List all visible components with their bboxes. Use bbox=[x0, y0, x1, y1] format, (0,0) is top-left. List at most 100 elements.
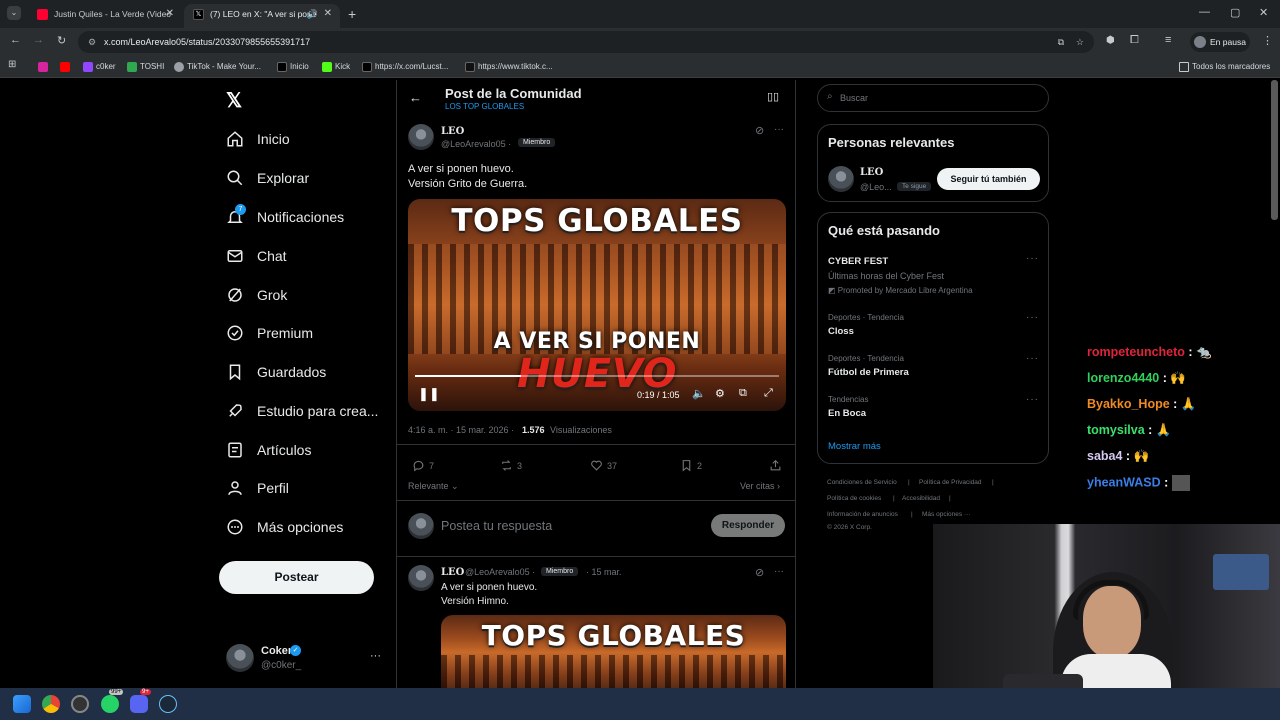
nav-estudio[interactable]: Estudio para crea... bbox=[226, 399, 378, 423]
bookmark-action[interactable]: 2 bbox=[680, 459, 702, 473]
settings-icon[interactable]: ⚙ bbox=[715, 387, 725, 400]
bookmark-youtube[interactable] bbox=[60, 56, 73, 78]
community-link[interactable]: LOS TOP GLOBALES bbox=[445, 102, 524, 111]
site-info-icon[interactable]: ⚙ bbox=[88, 31, 96, 53]
cast-icon[interactable]: ⧉ bbox=[1058, 31, 1064, 53]
bookmark-tiktok[interactable]: TikTok - Make Your... bbox=[174, 56, 261, 78]
reply-input[interactable]: Postea tu respuesta bbox=[441, 519, 552, 533]
close-tab-icon[interactable]: ✕ bbox=[166, 4, 174, 24]
back-arrow-icon[interactable]: ← bbox=[409, 90, 422, 105]
footer-link[interactable]: Política de Privacidad bbox=[919, 479, 982, 486]
star-icon[interactable]: ☆ bbox=[1076, 31, 1084, 53]
page-scrollbar[interactable] bbox=[1271, 80, 1278, 220]
fullscreen-icon[interactable]: ⤢ bbox=[764, 387, 773, 400]
footer-link[interactable]: Información de anuncios bbox=[827, 511, 898, 518]
discord-icon[interactable]: 9+ bbox=[130, 689, 151, 713]
footer-link[interactable]: Accesibilidad bbox=[902, 495, 940, 502]
menu-kebab-icon[interactable]: ⋮ bbox=[1262, 34, 1273, 47]
chrome-icon[interactable] bbox=[42, 695, 60, 713]
x-logo-icon[interactable]: 𝕏 bbox=[226, 88, 242, 113]
author-name[interactable]: LEO bbox=[441, 126, 464, 137]
nav-explorar[interactable]: Explorar bbox=[226, 166, 309, 190]
person-name[interactable]: LEO bbox=[860, 167, 883, 178]
reader-icon[interactable]: ▯▯ bbox=[767, 90, 779, 103]
address-bar[interactable]: ⚙ x.com/LeoArevalo05/status/203307985565… bbox=[78, 31, 1094, 53]
minimize-button[interactable]: — bbox=[1199, 6, 1210, 18]
nav-premium[interactable]: Premium bbox=[226, 321, 313, 345]
pip-icon[interactable]: ⧉ bbox=[739, 387, 747, 400]
repost-action[interactable]: 3 bbox=[500, 459, 522, 473]
forward-arrow-icon[interactable]: → bbox=[33, 34, 44, 46]
nav-inicio[interactable]: Inicio bbox=[226, 127, 290, 151]
tab-youtube[interactable]: Justin Quiles - La Verde (Video ✕ bbox=[28, 4, 182, 28]
all-bookmarks[interactable]: Todos los marcadores bbox=[1179, 56, 1270, 78]
back-arrow-icon[interactable]: ← bbox=[10, 34, 21, 46]
maximize-button[interactable]: ▢ bbox=[1230, 6, 1240, 19]
footer-link[interactable]: Política de cookies bbox=[827, 495, 881, 502]
show-more-link[interactable]: Mostrar más bbox=[828, 441, 881, 452]
post-button[interactable]: Postear bbox=[219, 561, 374, 594]
avatar[interactable] bbox=[408, 565, 434, 591]
account-switcher[interactable]: Coker ✓ @c0ker_ ··· bbox=[226, 644, 396, 674]
more-dots-icon[interactable]: ··· bbox=[1026, 394, 1039, 405]
media-control-icon[interactable]: ≡ bbox=[1165, 34, 1171, 46]
nav-grok[interactable]: Grok bbox=[226, 283, 287, 307]
more-dots-icon[interactable]: ··· bbox=[1026, 312, 1039, 323]
obs-icon[interactable] bbox=[71, 695, 89, 713]
speaker-icon[interactable]: 🔊 bbox=[307, 4, 318, 24]
search-input[interactable]: ⌕ Buscar bbox=[817, 84, 1049, 112]
more-dots-icon[interactable]: ··· bbox=[370, 650, 381, 662]
puzzle-icon[interactable]: ⧠ bbox=[1130, 34, 1139, 47]
trend-item[interactable]: CYBER FEST Últimas horas del Cyber Fest … bbox=[818, 249, 1048, 301]
post-timestamp[interactable]: 4:16 a. m. · 15 mar. 2026 · bbox=[408, 425, 514, 435]
more-dots-icon[interactable]: ··· bbox=[1026, 353, 1039, 364]
volume-icon[interactable]: 🔈 bbox=[692, 387, 706, 400]
bookmark-toshi[interactable]: TOSHI bbox=[127, 56, 164, 78]
video-thumbnail[interactable]: TOPS GLOBALES bbox=[441, 615, 786, 690]
sort-dropdown[interactable]: Relevante ⌄ bbox=[408, 481, 459, 492]
grok-icon[interactable]: ⊘ bbox=[755, 566, 764, 579]
close-tab-icon[interactable]: ✕ bbox=[324, 4, 332, 24]
reload-icon[interactable]: ↻ bbox=[57, 34, 66, 47]
more-dots-icon[interactable]: ··· bbox=[1026, 253, 1039, 264]
nav-chat[interactable]: Chat bbox=[226, 244, 287, 268]
new-tab-button[interactable]: + bbox=[348, 6, 356, 22]
bookmark-kick[interactable]: Kick bbox=[322, 56, 350, 78]
windows-start-icon[interactable] bbox=[13, 695, 31, 713]
nav-guardados[interactable]: Guardados bbox=[226, 360, 326, 384]
whatsapp-icon[interactable]: 99+ bbox=[101, 689, 124, 713]
bookmark-instagram[interactable] bbox=[38, 56, 51, 78]
trend-item[interactable]: Deportes · Tendencia Closs ··· bbox=[818, 309, 1048, 345]
close-window-button[interactable]: ✕ bbox=[1259, 6, 1268, 19]
tab-x-post[interactable]: 𝕏 (7) LEO en X: "A ver si pone 🔊 ✕ bbox=[184, 4, 340, 28]
extension-icon[interactable]: ⬢ bbox=[1106, 35, 1115, 46]
bookmark-c0ker[interactable]: c0ker bbox=[83, 56, 116, 78]
video-player[interactable]: TOPS GLOBALES A VER SI PONEN HUEVO ❚❚ 0:… bbox=[408, 199, 786, 411]
like-action[interactable]: 37 bbox=[590, 459, 617, 473]
reply-button[interactable]: Responder bbox=[711, 514, 785, 537]
profile-chip[interactable]: En pausa bbox=[1190, 32, 1250, 52]
follow-back-button[interactable]: Seguir tú también bbox=[937, 168, 1040, 190]
post-date[interactable]: · 15 mar. bbox=[586, 567, 622, 577]
trend-item[interactable]: Deportes · Tendencia Fútbol de Primera ·… bbox=[818, 350, 1048, 386]
steam-icon[interactable] bbox=[159, 695, 177, 713]
apps-grid-icon[interactable]: ⊞ bbox=[8, 59, 16, 70]
grok-icon[interactable]: ⊘ bbox=[755, 124, 764, 137]
bookmark-x-lucst[interactable]: https://x.com/Lucst... bbox=[362, 56, 448, 78]
author-name[interactable]: LEO bbox=[441, 567, 464, 578]
video-progress-track[interactable] bbox=[415, 375, 779, 377]
view-quotes-link[interactable]: Ver citas › bbox=[740, 481, 780, 491]
footer-link[interactable]: Condiciones de Servicio bbox=[827, 479, 897, 486]
avatar[interactable] bbox=[828, 166, 854, 192]
pause-icon[interactable]: ❚❚ bbox=[418, 386, 440, 402]
footer-link[interactable]: Más opciones ··· bbox=[922, 511, 970, 518]
bookmark-tiktok-url[interactable]: https://www.tiktok.c... bbox=[465, 56, 553, 78]
more-dots-icon[interactable]: ··· bbox=[774, 124, 784, 135]
avatar[interactable] bbox=[408, 124, 434, 150]
more-dots-icon[interactable]: ··· bbox=[774, 566, 784, 577]
person-handle[interactable]: @Leo... bbox=[860, 182, 892, 192]
nav-perfil[interactable]: Perfil bbox=[226, 476, 289, 500]
tab-search-button[interactable]: ⌄ bbox=[7, 6, 21, 20]
reply-action[interactable]: 7 bbox=[412, 459, 434, 473]
trend-item[interactable]: Tendencias En Boca ··· bbox=[818, 391, 1048, 427]
